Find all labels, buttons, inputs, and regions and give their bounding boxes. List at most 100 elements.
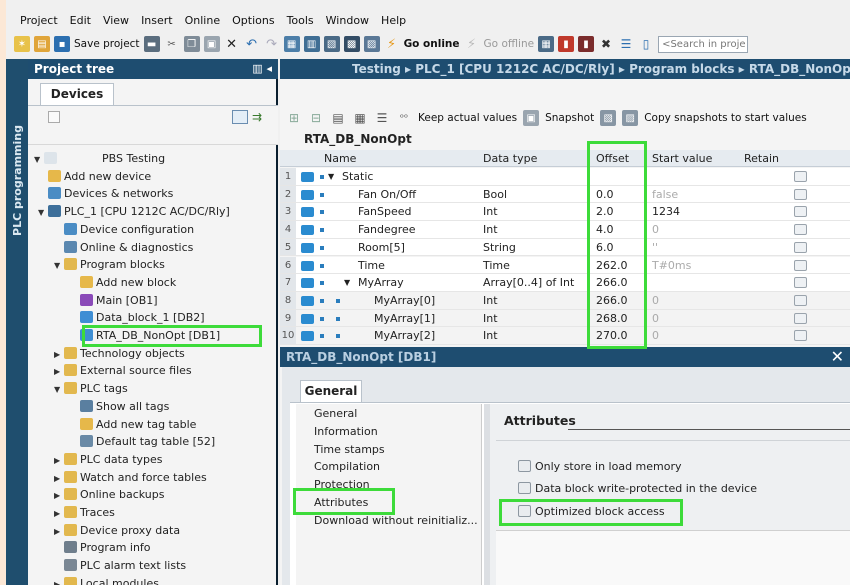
sync-icon[interactable]: ⇉ [252,110,268,124]
menu-project[interactable]: Project [14,12,64,30]
new-project-icon[interactable]: ✶ [14,36,30,52]
row-number[interactable]: 5 [280,238,296,256]
cell-start-value[interactable]: false [652,186,678,204]
menu-view[interactable]: View [97,12,135,30]
tree-item-online-diagnostics[interactable]: Online & diagnostics [28,239,276,257]
menu-tools[interactable]: Tools [281,12,320,30]
table-row[interactable]: 10 MyArray[2] Int 270.0 0 [280,327,850,345]
tree-item-online-backups[interactable]: ▶ Online backups [28,486,276,504]
retain-checkbox[interactable] [794,330,807,342]
cell-start-value[interactable]: 0 [652,292,659,310]
redo-icon[interactable]: ↷ [264,36,280,52]
cell-name[interactable]: FanSpeed [358,203,412,221]
expanded-arrow-icon[interactable]: ▼ [328,168,334,186]
tree-item-plc-tags[interactable]: ▼ PLC tags [28,380,276,398]
copy-icon[interactable]: ❐ [183,36,200,52]
cell-name[interactable]: MyArray[0] [374,292,435,310]
cell-data-type[interactable]: Array[0..4] of Int [483,274,574,292]
col-name[interactable]: Name [324,150,356,167]
cell-data-type[interactable]: String [483,239,516,257]
retain-checkbox[interactable] [794,241,807,253]
nav-item-general[interactable]: General [314,405,357,423]
tree-item-default-tag-table-52[interactable]: Default tag table [52] [28,433,276,451]
download-icon[interactable]: ▥ [303,36,320,52]
delete-icon[interactable]: ✕ [224,36,240,52]
table-row[interactable]: 2 Fan On/Off Bool 0.0 false [280,185,850,204]
table-row[interactable]: 7 ▼ MyArray Array[0..4] of Int 266.0 [280,274,850,292]
row-number[interactable]: 4 [280,221,296,238]
tree-item-traces[interactable]: ▶ Traces [28,504,276,522]
accessible-nodes-icon[interactable]: ▦ [538,36,555,52]
menu-window[interactable]: Window [320,12,375,30]
table-row[interactable]: 1 ▼ Static [280,168,850,186]
accessible-devices-icon[interactable]: ▨ [363,36,380,52]
collapsed-arrow-icon[interactable]: ▶ [54,523,64,541]
expanded-arrow-icon[interactable]: ▼ [344,274,350,292]
cell-data-type[interactable]: Bool [483,186,507,204]
row-number[interactable]: 9 [280,309,296,327]
load-snapshot-icon[interactable]: ▨ [622,110,639,126]
cell-name[interactable]: MyArray[2] [374,327,435,345]
collapsed-arrow-icon[interactable]: ▶ [54,470,64,488]
nav-item-information[interactable]: Information [314,423,378,441]
tree-item-add-new-block[interactable]: Add new block [28,274,276,292]
go-offline-button[interactable]: Go offline [484,38,535,50]
menu-options[interactable]: Options [226,12,280,30]
nav-item-time-stamps[interactable]: Time stamps [314,441,385,459]
tab-general[interactable]: General [300,380,362,402]
tree-item-add-new-tag-table[interactable]: Add new tag table [28,416,276,434]
tree-item-local-modules[interactable]: ▶ Local modules [28,575,276,585]
row-number[interactable]: 10 [280,327,296,344]
expand-all-icon[interactable]: ▤ [330,110,346,126]
tree-item-plc-1-cpu-1212c-ac-dc-rly[interactable]: ▼ PLC_1 [CPU 1212C AC/DC/Rly] [28,203,276,221]
menu-online[interactable]: Online [179,12,226,30]
option-only-store-in-load-memory[interactable]: Only store in load memory [518,460,682,473]
expanded-arrow-icon[interactable]: ▼ [34,151,44,169]
start-cpu-icon[interactable]: ▮ [558,36,575,52]
retain-checkbox[interactable] [794,206,807,218]
cell-name[interactable]: MyArray[1] [374,310,435,328]
tree-item-plc-alarm-text-lists[interactable]: PLC alarm text lists [28,557,276,575]
expanded-arrow-icon[interactable]: ▼ [54,381,64,399]
table-row[interactable]: 6 Time Time 262.0 T#0ms [280,256,850,275]
cell-start-value[interactable]: 0 [652,221,659,239]
collapsed-arrow-icon[interactable]: ▶ [54,346,64,364]
cell-name[interactable]: Fan On/Off [358,186,416,204]
collapsed-arrow-icon[interactable]: ▶ [54,363,64,381]
cell-name[interactable]: Static [342,168,373,186]
tab-devices[interactable]: Devices [40,83,114,105]
tree-item-watch-and-force-tables[interactable]: ▶ Watch and force tables [28,469,276,487]
collapse-pane-icon[interactable]: ▥ ◂ [252,59,272,79]
retain-checkbox[interactable] [794,312,807,324]
cell-name[interactable]: Room[5] [358,239,405,257]
checkbox[interactable] [518,482,531,494]
row-number[interactable]: 7 [280,274,296,291]
cell-name[interactable]: Time [358,257,385,275]
list-icon[interactable]: ☰ [374,110,390,126]
keep-actual-values-button[interactable]: Keep actual values [418,112,517,124]
row-number[interactable]: 8 [280,291,296,309]
tree-item-pbs-testing[interactable]: ▼ PBS Testing [28,150,276,168]
collapse-all-icon[interactable]: ▦ [352,110,368,126]
collapsed-arrow-icon[interactable]: ▶ [54,452,64,470]
retain-checkbox[interactable] [794,188,807,200]
expanded-arrow-icon[interactable]: ▼ [38,204,48,222]
cell-data-type[interactable]: Int [483,221,498,239]
option-data-block-write-protected-in-the-device[interactable]: Data block write-protected in the device [518,482,757,495]
monitor-icon[interactable]: ᵒᵒ [396,110,412,126]
cell-start-value[interactable]: 0 [652,310,659,328]
cell-start-value[interactable]: '' [652,239,658,257]
cell-name[interactable]: Fandegree [358,221,416,239]
tree-item-show-all-tags[interactable]: Show all tags [28,398,276,416]
search-input[interactable]: <Search in proje [658,35,749,53]
cell-data-type[interactable]: Int [483,327,498,345]
nav-item-compilation[interactable]: Compilation [314,458,380,476]
copy-snapshots-button[interactable]: Copy snapshots to start values [644,112,807,124]
menu-insert[interactable]: Insert [135,12,179,30]
go-online-icon[interactable]: ⚡ [384,36,400,52]
save-project-button[interactable]: Save project [74,38,140,50]
cell-start-value[interactable]: 0 [652,327,659,345]
add-row-icon[interactable]: ⊟ [308,110,324,126]
go-online-button[interactable]: Go online [404,38,460,50]
copy-snapshot-icon[interactable]: ▧ [600,110,617,126]
